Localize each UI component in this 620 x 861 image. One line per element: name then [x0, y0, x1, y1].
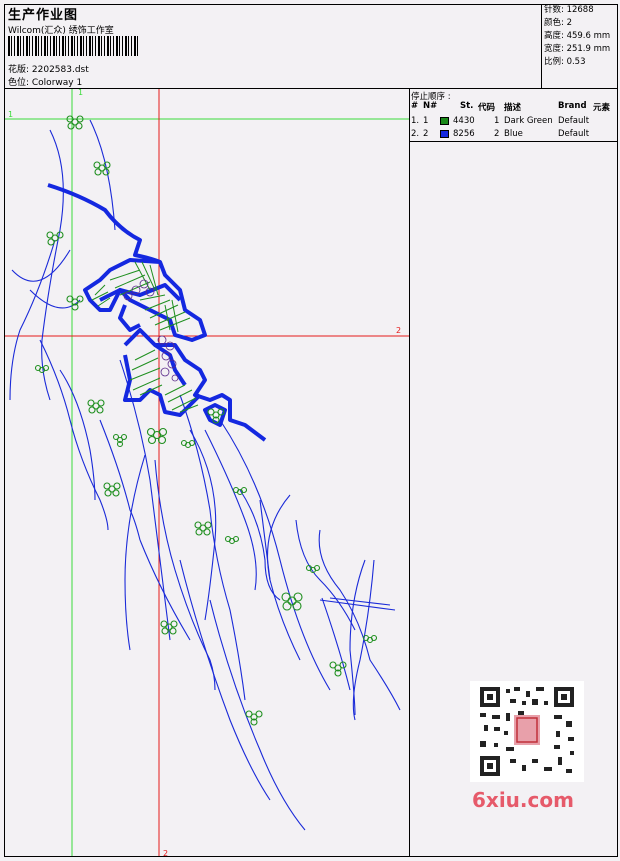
color-swatch-green	[440, 117, 449, 125]
thread-row: 2. 2 8256 2 Blue Default	[411, 129, 618, 141]
row-index: 2.	[411, 129, 420, 139]
panel-divider	[409, 88, 410, 857]
col-needle: N#	[423, 101, 438, 111]
col-index: #	[411, 101, 419, 111]
worksheet-title: 生产作业图	[8, 8, 79, 23]
blue-stem-lines	[9, 119, 401, 831]
row-index: 1.	[411, 116, 420, 126]
green-small-flowers	[34, 115, 378, 726]
blue-satin-outline	[47, 183, 267, 442]
row-code: 4430	[453, 116, 475, 126]
barcode	[8, 36, 140, 56]
design-width: 宽度: 251.9 mm	[544, 44, 611, 54]
embroidery-preview	[5, 89, 409, 856]
qr-code-icon	[470, 681, 584, 782]
design-stats: 针数: 12688 颜色: 2 高度: 459.6 mm 宽度: 251.9 m…	[541, 4, 618, 88]
col-stops: St.	[460, 101, 474, 111]
row-needle: 1	[423, 116, 429, 126]
row-code: 8256	[453, 129, 475, 139]
row-desc: Dark Green	[504, 116, 553, 126]
col-element: 元素	[593, 103, 611, 113]
guide-label-h2: 2	[396, 326, 402, 335]
color-swatch-blue	[440, 130, 449, 138]
thread-row: 1. 1 4430 1 Dark Green Default	[411, 116, 618, 128]
table-bottom-rule	[409, 141, 618, 142]
stitch-count: 针数: 12688	[544, 5, 594, 15]
stop-sequence-header: # N# St. 代码 描述 Brand 元素	[411, 101, 618, 113]
row-stop: 2	[494, 129, 500, 139]
design-file: 花版: 2202583.dst	[8, 65, 89, 75]
company-name: Wilcom(汇众) 绣饰工作室	[8, 26, 114, 36]
row-needle: 2	[423, 129, 429, 139]
col-desc: 描述	[504, 103, 522, 113]
design-scale: 比例: 0.53	[544, 57, 586, 67]
guide-label-h1: 1	[8, 110, 14, 119]
design-height: 高度: 459.6 mm	[544, 31, 611, 41]
row-desc: Blue	[504, 129, 523, 139]
guide-label-v2: 2	[163, 849, 169, 858]
row-stop: 1	[494, 116, 500, 126]
row-brand: Default	[558, 116, 590, 126]
guide-label-v1: 1	[78, 88, 84, 97]
row-brand: Default	[558, 129, 590, 139]
colorway: 色位: Colorway 1	[8, 78, 83, 88]
col-brand: Brand	[558, 101, 587, 111]
color-count: 颜色: 2	[544, 18, 572, 28]
col-code: 代码	[478, 103, 496, 113]
watermark-text: 6xiu.com	[472, 788, 574, 812]
